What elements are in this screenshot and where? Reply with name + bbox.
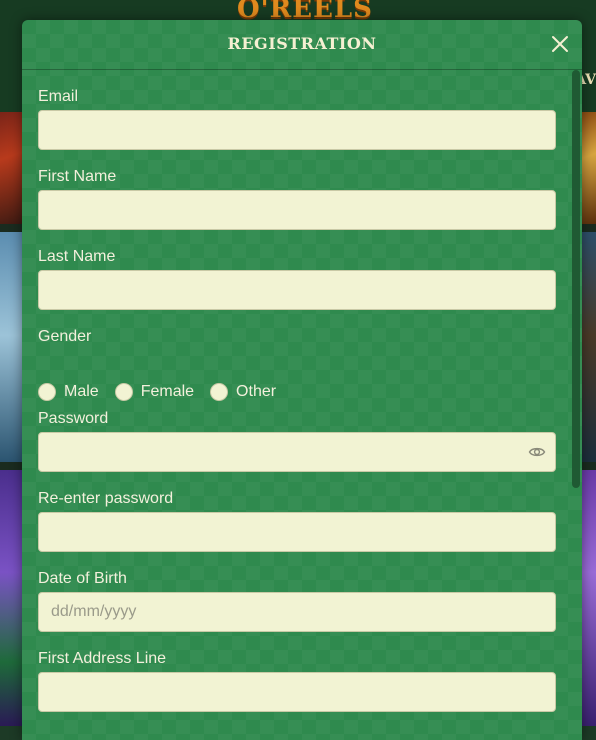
gender-radio-group: Male Female Other bbox=[38, 380, 292, 404]
reenter-password-label: Re-enter password bbox=[38, 490, 174, 507]
reenter-password-field[interactable] bbox=[38, 512, 556, 552]
radio-button[interactable] bbox=[114, 383, 133, 401]
game-tile[interactable] bbox=[580, 112, 596, 224]
password-field[interactable] bbox=[38, 432, 556, 472]
radio-button[interactable] bbox=[38, 383, 56, 401]
gender-option-male[interactable]: Male bbox=[38, 383, 99, 401]
last-name-label: Last Name bbox=[38, 248, 116, 265]
address-line-1-label: First Address Line bbox=[38, 650, 167, 667]
game-tile[interactable] bbox=[0, 232, 22, 462]
radio-label: Other bbox=[236, 383, 277, 400]
registration-modal: REGISTRATION Email First Name Last Name … bbox=[22, 20, 582, 740]
radio-label: Male bbox=[64, 383, 99, 400]
first-name-label: First Name bbox=[38, 168, 117, 185]
password-label: Password bbox=[38, 410, 109, 427]
game-tile[interactable] bbox=[0, 112, 22, 224]
gender-option-other[interactable]: Other bbox=[210, 383, 276, 401]
dob-label: Date of Birth bbox=[38, 570, 127, 587]
first-name-field[interactable] bbox=[38, 190, 556, 230]
email-label: Email bbox=[38, 88, 79, 105]
radio-label: Female bbox=[140, 383, 195, 400]
game-tile[interactable] bbox=[0, 470, 22, 726]
registration-form: Email First Name Last Name Gender Male F… bbox=[22, 70, 570, 740]
email-field[interactable] bbox=[38, 110, 556, 150]
eye-icon bbox=[528, 447, 546, 457]
last-name-field[interactable] bbox=[38, 270, 556, 310]
scrollbar[interactable] bbox=[572, 70, 580, 740]
gender-label: Gender bbox=[38, 328, 92, 345]
show-password-button[interactable] bbox=[528, 443, 546, 461]
radio-button[interactable] bbox=[210, 383, 229, 401]
scrollbar-thumb[interactable] bbox=[572, 70, 580, 488]
modal-header: REGISTRATION bbox=[22, 20, 582, 70]
modal-title: REGISTRATION bbox=[227, 34, 377, 53]
close-icon bbox=[552, 36, 568, 52]
close-button[interactable] bbox=[550, 34, 570, 54]
game-tile[interactable] bbox=[580, 232, 596, 462]
game-tile[interactable] bbox=[580, 470, 596, 726]
address-line-1-field[interactable] bbox=[38, 672, 556, 712]
password-wrapper bbox=[38, 432, 556, 472]
dob-field[interactable] bbox=[38, 592, 556, 632]
gender-option-female[interactable]: Female bbox=[114, 383, 195, 401]
